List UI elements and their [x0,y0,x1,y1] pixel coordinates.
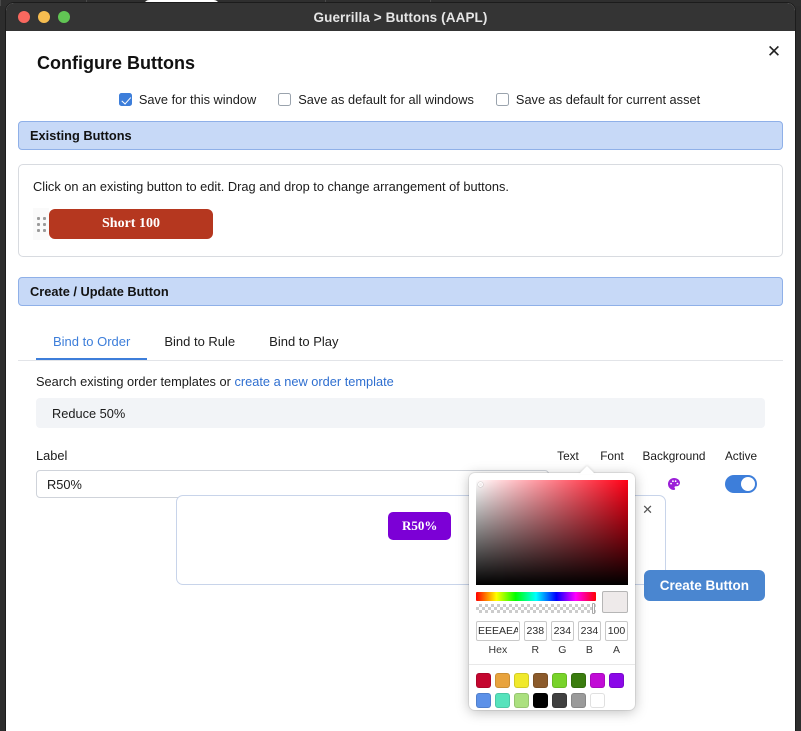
configure-buttons-dialog: ✕ Configure Buttons Save for this window… [6,31,795,731]
alpha-slider[interactable] [476,602,596,614]
preset-swatch[interactable] [571,673,586,688]
app-window: Guerrilla > Buttons (AAPL) ✕ Configure B… [6,3,795,731]
page-title: Configure Buttons [37,53,195,73]
label-heading: Label [36,448,68,463]
red-field-label: R [531,644,540,656]
save-options-row: Save for this window Save as default for… [18,92,783,107]
checkbox-label: Save for this window [138,92,257,107]
alpha-field-label: A [612,644,620,656]
close-icon[interactable]: ✕ [761,39,787,65]
label-controls-row [36,470,765,498]
preset-swatch[interactable] [552,693,567,708]
preset-swatch[interactable] [514,693,529,708]
close-window-icon[interactable] [18,11,30,23]
search-templates-line: Search existing order templates or creat… [18,374,783,389]
swatch-row-1 [476,673,628,688]
column-header-font: Font [600,449,624,463]
drag-handle-icon[interactable] [33,208,49,240]
alpha-field[interactable]: A [604,621,628,656]
current-color-swatch [602,591,628,613]
preset-swatch[interactable] [552,673,567,688]
checkbox-icon-unchecked[interactable] [278,93,292,106]
preset-swatch[interactable] [571,693,586,708]
window-title: Guerrilla > Buttons (AAPL) [313,9,488,25]
order-template-result[interactable]: Reduce 50% [36,398,765,428]
preview-area: ✕ R50% Create Button [36,495,765,628]
preset-swatches [469,665,635,708]
maximize-window-icon[interactable] [58,11,70,23]
create-new-order-template-link[interactable]: create a new order template [234,374,393,389]
hex-field[interactable]: Hex [476,621,520,656]
chip-close-icon[interactable]: ✕ [642,502,653,518]
existing-button-short-100[interactable]: Short 100 [49,209,213,239]
window-titlebar: Guerrilla > Buttons (AAPL) [6,3,795,31]
color-sliders [476,591,628,614]
browser-tab-divider [0,0,1,6]
button-preview[interactable]: R50% [388,512,452,540]
checkbox-icon-checked[interactable] [118,93,132,106]
preset-swatch[interactable] [495,673,510,688]
existing-buttons-banner: Existing Buttons [18,121,783,150]
preset-swatch[interactable] [533,693,548,708]
blue-field-label: B [585,644,593,656]
tab-bind-to-rule[interactable]: Bind to Rule [147,328,252,360]
saturation-cursor[interactable] [478,482,483,487]
red-input[interactable] [523,621,547,641]
traffic-lights [18,11,70,23]
minimize-window-icon[interactable] [38,11,50,23]
preset-swatch[interactable] [590,693,605,708]
color-picker-popup[interactable]: Hex R G B A [469,473,635,710]
search-templates-text: Search existing order templates or [36,374,235,389]
preset-swatch[interactable] [476,673,491,688]
blue-field[interactable]: B [577,621,601,656]
checkbox-save-default-current-asset[interactable]: Save as default for current asset [495,92,701,107]
tab-bind-to-play[interactable]: Bind to Play [252,328,355,360]
checkbox-label: Save as default for current asset [515,92,701,107]
background-palette-icon[interactable] [666,476,682,492]
existing-buttons-panel: Click on an existing button to edit. Dra… [18,164,783,257]
create-update-banner: Create / Update Button [18,277,783,306]
create-button[interactable]: Create Button [643,570,765,601]
preset-swatch[interactable] [476,693,491,708]
checkbox-save-default-all-windows[interactable]: Save as default for all windows [278,92,474,107]
tab-bind-to-order[interactable]: Bind to Order [36,328,148,360]
green-input[interactable] [550,621,574,641]
hex-field-label: Hex [488,644,508,656]
alpha-input[interactable] [604,621,628,641]
hex-input[interactable] [476,621,520,641]
color-picker-arrow [579,466,595,474]
active-toggle-control[interactable] [717,475,765,493]
column-header-text: Text [557,449,579,463]
existing-button-list: Short 100 [33,208,768,240]
active-toggle[interactable] [725,475,757,493]
preset-swatch[interactable] [590,673,605,688]
preset-swatch[interactable] [533,673,548,688]
alpha-slider-thumb[interactable] [592,602,595,614]
column-header-background: Background [642,449,706,463]
label-controls-header: Label Text Font Background Active [36,448,765,463]
preset-swatch[interactable] [495,693,510,708]
swatch-row-2 [476,693,628,708]
preset-swatch[interactable] [514,673,529,688]
hue-slider[interactable] [476,591,596,601]
color-value-fields: Hex R G B A [476,621,628,656]
checkbox-label: Save as default for all windows [298,92,474,107]
checkbox-save-for-this-window[interactable]: Save for this window [118,92,257,107]
saturation-value-area[interactable] [476,480,628,585]
bind-tabs: Bind to Order Bind to Rule Bind to Play [18,328,783,361]
checkbox-icon-unchecked[interactable] [495,93,509,106]
preset-swatch[interactable] [609,673,624,688]
blue-input[interactable] [577,621,601,641]
existing-buttons-hint: Click on an existing button to edit. Dra… [33,179,509,194]
background-color-control[interactable] [637,476,711,492]
green-field-label: G [558,644,567,656]
red-field[interactable]: R [523,621,547,656]
green-field[interactable]: G [550,621,574,656]
column-header-active: Active [724,449,758,463]
